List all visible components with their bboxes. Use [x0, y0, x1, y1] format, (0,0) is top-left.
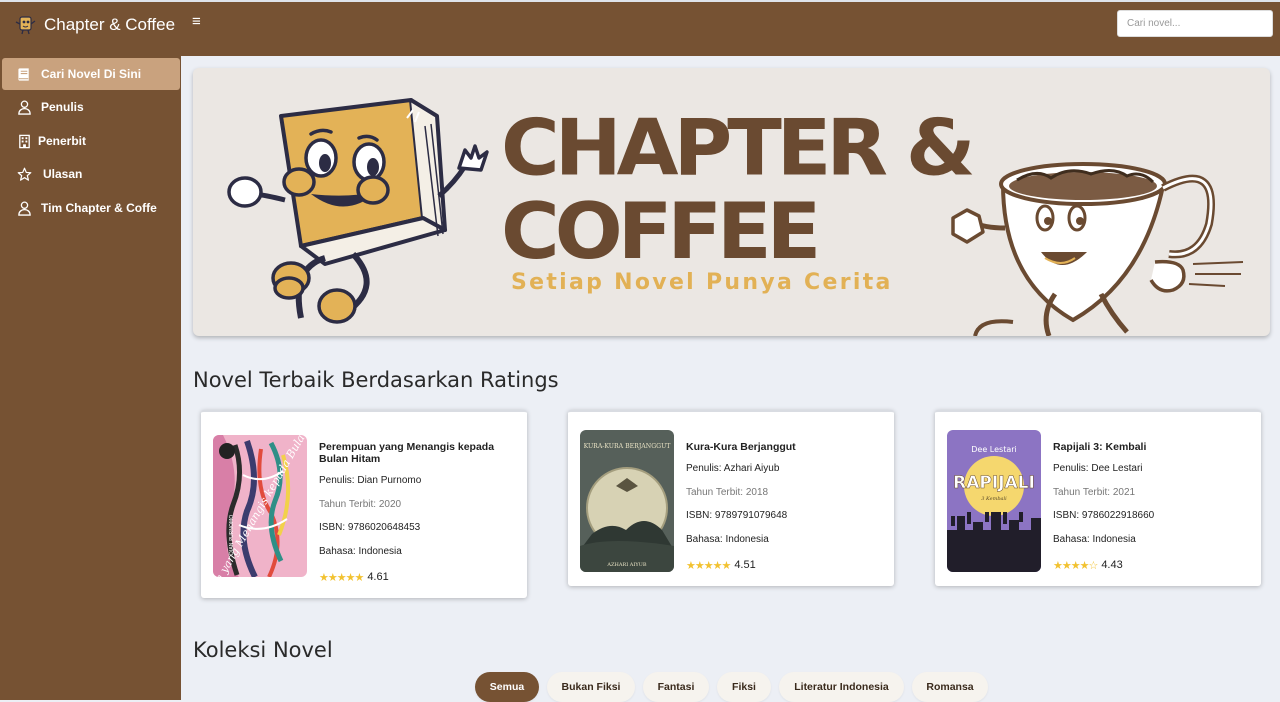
book-year: Tahun Terbit: 2021 [1053, 486, 1136, 498]
book-author: Penulis: Dee Lestari [1053, 463, 1143, 474]
person-icon [18, 99, 31, 115]
rating-value: 4.51 [734, 559, 756, 571]
star-icon [17, 167, 32, 181]
brand[interactable]: Chapter & Coffee [14, 12, 175, 38]
rating-stars-icon: ★★★★★ [319, 571, 364, 584]
filter-fiksi[interactable]: Fiksi [717, 672, 771, 702]
collection-heading: Koleksi Novel [193, 638, 333, 662]
book-rating: ★★★★★ 4.61 [319, 571, 509, 584]
book-cover[interactable]: KURA-KURA BERJANGGUT AZHARI AIYUB [580, 430, 674, 572]
svg-text:RAPIJALI: RAPIJALI [953, 473, 1035, 493]
book-isbn: ISBN: 9786022918660 [1053, 510, 1155, 521]
book-year: Tahun Terbit: 2020 [319, 498, 402, 510]
rating-stars-icon: ★★★★★ [686, 559, 731, 572]
filter-romansa[interactable]: Romansa [912, 672, 988, 702]
book-info: Kura-Kura Berjanggut Penulis: Azhari Aiy… [686, 441, 876, 572]
book-rating: ★★★★☆ 4.43 [1053, 559, 1243, 572]
book-language: Bahasa: Indonesia [686, 533, 769, 545]
sidebar-item-label: Tim Chapter & Coffe [41, 201, 157, 215]
sidebar-item-label: Penulis [41, 100, 84, 114]
sidebar-item-penulis[interactable]: Penulis [2, 91, 180, 123]
filter-semua[interactable]: Semua [475, 672, 539, 702]
book-isbn: ISBN: 9789791079648 [686, 510, 788, 521]
sidebar-item-ulasan[interactable]: Ulasan [2, 158, 180, 190]
svg-text:KURA-KURA BERJANGGUT: KURA-KURA BERJANGGUT [584, 443, 672, 450]
top-rated-heading: Novel Terbaik Berdasarkan Ratings [193, 368, 559, 392]
book-language: Bahasa: Indonesia [319, 545, 402, 557]
book-year: Tahun Terbit: 2018 [686, 486, 769, 498]
book-author: Penulis: Dian Purnomo [319, 475, 422, 486]
book-title[interactable]: Kura-Kura Berjanggut [686, 441, 876, 453]
book-icon [18, 67, 29, 81]
book-card[interactable]: Dee Lestari RAPIJALI 3 Kembali Rapijali … [935, 410, 1261, 586]
sidebar-item-label: Penerbit [38, 134, 87, 148]
hero-tagline: Setiap Novel Punya Cerita [511, 270, 893, 295]
person-icon [18, 200, 31, 216]
book-info: Rapijali 3: Kembali Penulis: Dee Lestari… [1053, 441, 1243, 572]
book-language: Bahasa: Indonesia [1053, 533, 1136, 545]
sidebar-item-penerbit[interactable]: Penerbit [2, 125, 180, 157]
sidebar-item-label: Cari Novel Di Sini [41, 67, 142, 81]
book-rating: ★★★★★ 4.51 [686, 559, 876, 572]
menu-toggle-icon[interactable]: ≡ [192, 13, 201, 31]
book-card[interactable]: KURA-KURA BERJANGGUT AZHARI AIYUB Kura-K… [568, 410, 894, 586]
book-info: Perempuan yang Menangis kepada Bulan Hit… [319, 441, 509, 584]
hero-banner: CHAPTER & COFFEE Setiap Novel Punya Cerit… [193, 68, 1270, 336]
logo-icon [15, 16, 36, 35]
svg-text:AZHARI AIYUB: AZHARI AIYUB [606, 562, 646, 568]
book-card[interactable]: Perempuan yang Menangis kepada Bulan Hit… [201, 410, 527, 598]
svg-text:Dee Lestari: Dee Lestari [971, 445, 1017, 454]
search-input[interactable] [1117, 10, 1273, 37]
filter-bukan-fiksi[interactable]: Bukan Fiksi [547, 672, 635, 702]
rating-value: 4.43 [1101, 559, 1123, 571]
svg-text:3 Kembali: 3 Kembali [981, 496, 1007, 502]
book-cover[interactable]: Dee Lestari RAPIJALI 3 Kembali [947, 430, 1041, 572]
svg-text:DIAN PURNOMO: DIAN PURNOMO [229, 515, 235, 555]
sidebar: Cari Novel Di Sini Penulis Penerbit Ulas… [0, 56, 181, 700]
filter-fantasi[interactable]: Fantasi [643, 672, 709, 702]
top-navbar: Chapter & Coffee ≡ [0, 0, 1280, 56]
hero-title: CHAPTER & COFFEE [501, 102, 976, 277]
book-author: Penulis: Azhari Aiyub [686, 463, 780, 474]
sidebar-item-tim[interactable]: Tim Chapter & Coffe [2, 192, 180, 224]
book-title[interactable]: Perempuan yang Menangis kepada Bulan Hit… [319, 441, 509, 465]
book-cover[interactable]: Perempuan yang Menangis kepada Bulan Hit… [213, 435, 307, 577]
sidebar-item-label: Ulasan [43, 167, 83, 181]
book-isbn: ISBN: 9786020648453 [319, 522, 421, 533]
brand-name: Chapter & Coffee [44, 15, 176, 34]
filter-literatur-indonesia[interactable]: Literatur Indonesia [779, 672, 904, 702]
book-title[interactable]: Rapijali 3: Kembali [1053, 441, 1243, 453]
book-mascot-icon [227, 98, 489, 324]
rating-stars-icon: ★★★★☆ [1053, 559, 1098, 572]
rating-value: 4.61 [367, 571, 389, 583]
building-icon [19, 134, 30, 148]
sidebar-item-cari-novel[interactable]: Cari Novel Di Sini [2, 58, 180, 90]
